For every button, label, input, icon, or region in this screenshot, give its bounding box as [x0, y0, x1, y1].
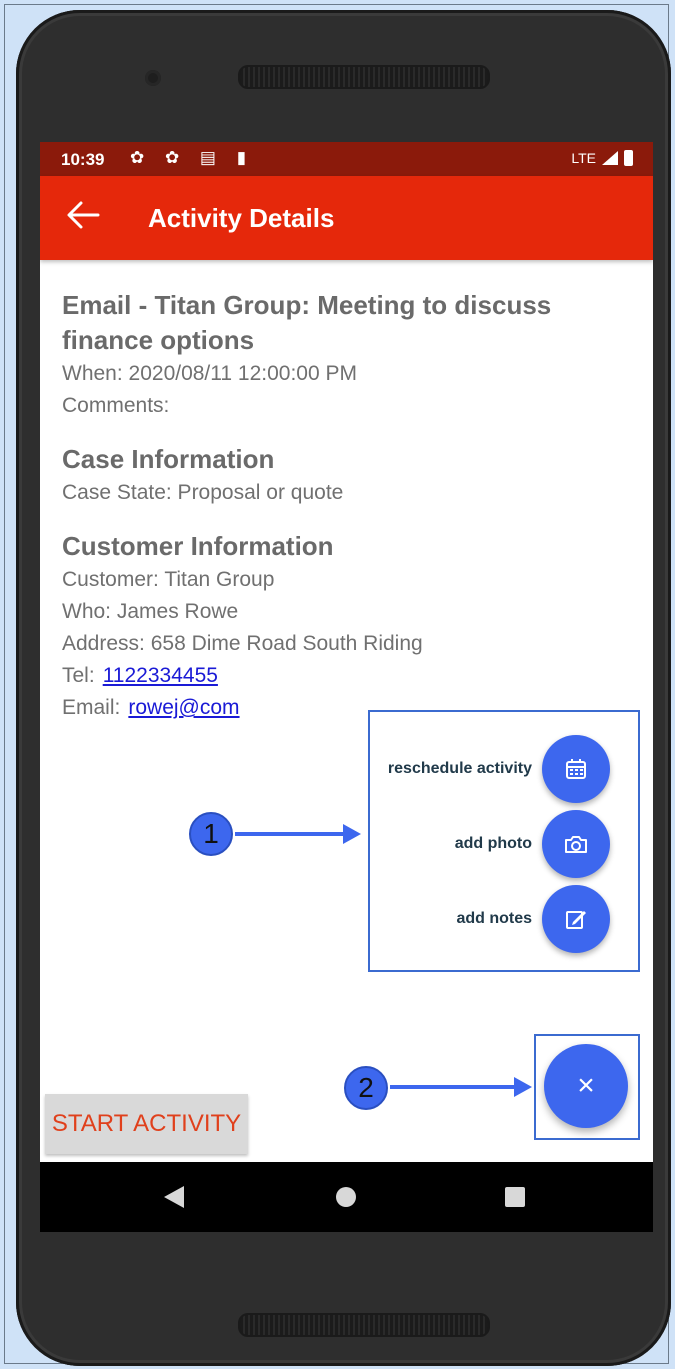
- customer-name: Customer: Titan Group: [62, 568, 275, 591]
- reschedule-label: reschedule activity: [387, 760, 532, 777]
- activity-title: Email - Titan Group: Meeting to discuss …: [62, 290, 552, 355]
- photo-label: add photo: [454, 835, 532, 852]
- close-fab-button[interactable]: ×: [544, 1044, 628, 1128]
- callout-2-arrow: [390, 1077, 532, 1097]
- callout-2: 2: [344, 1066, 388, 1110]
- nav-home-icon[interactable]: [336, 1187, 356, 1207]
- close-icon: ×: [577, 1069, 595, 1102]
- callout-1-arrow: [235, 824, 361, 844]
- nav-back-icon[interactable]: [164, 1186, 184, 1208]
- photo-row: add photo: [455, 810, 610, 878]
- camera-icon: [565, 836, 587, 853]
- fab-menu-highlight: reschedule activity add photo add notes: [368, 710, 640, 972]
- status-right: LTE: [571, 150, 633, 166]
- case-state: Case State: Proposal or quote: [62, 481, 344, 504]
- system-nav-bar: [40, 1162, 653, 1232]
- add-photo-button[interactable]: [542, 810, 610, 878]
- notes-row: add notes: [456, 885, 610, 953]
- customer-address: Address: 658 Dime Road South Riding: [62, 632, 423, 655]
- front-camera: [145, 70, 161, 86]
- bottom-speaker-grille: [238, 1313, 490, 1337]
- notification-icons: ✿ ✿ ▤ ▮: [130, 148, 255, 167]
- status-bar: 10:39 ✿ ✿ ▤ ▮ LTE: [40, 142, 653, 176]
- page-title: Activity Details: [148, 203, 335, 233]
- network-label: LTE: [571, 150, 596, 166]
- status-time: 10:39: [61, 150, 105, 169]
- case-section: Case Information Case State: Proposal or…: [62, 442, 642, 509]
- phone-screen: 10:39 ✿ ✿ ▤ ▮ LTE Activity Details Email…: [40, 142, 653, 1232]
- app-bar: Activity Details: [40, 176, 653, 260]
- back-button[interactable]: [62, 194, 104, 236]
- callout-1: 1: [189, 812, 233, 856]
- email-link[interactable]: rowej@com: [128, 696, 239, 719]
- nav-recents-icon[interactable]: [505, 1187, 525, 1207]
- customer-heading: Customer Information: [62, 531, 334, 561]
- case-heading: Case Information: [62, 444, 275, 474]
- add-notes-button[interactable]: [542, 885, 610, 953]
- edit-note-icon: [566, 911, 586, 929]
- customer-who: Who: James Rowe: [62, 600, 239, 623]
- signal-icon: [602, 151, 618, 165]
- email-label: Email:: [62, 696, 121, 719]
- calendar-icon: [566, 759, 586, 779]
- customer-tel-row: Tel: 1122334455: [62, 660, 642, 692]
- battery-icon: [624, 150, 633, 166]
- notes-label: add notes: [456, 910, 532, 927]
- activity-comments: Comments:: [62, 394, 170, 417]
- start-activity-button[interactable]: START ACTIVITY: [45, 1094, 248, 1154]
- top-speaker-grille: [238, 65, 490, 89]
- customer-section: Customer Information Customer: Titan Gro…: [62, 529, 642, 724]
- reschedule-row: reschedule activity: [388, 735, 610, 803]
- tel-label: Tel:: [62, 664, 95, 687]
- activity-details: Email - Titan Group: Meeting to discuss …: [62, 288, 642, 724]
- back-arrow-icon: [67, 201, 100, 229]
- tel-link[interactable]: 1122334455: [103, 664, 218, 687]
- reschedule-button[interactable]: [542, 735, 610, 803]
- activity-when: When: 2020/08/11 12:00:00 PM: [62, 362, 357, 385]
